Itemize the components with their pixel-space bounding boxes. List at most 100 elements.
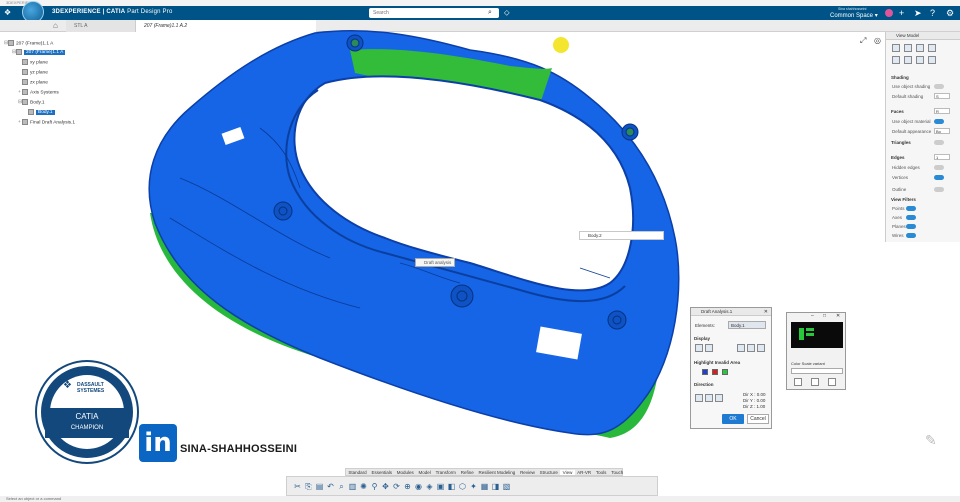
- scale-option-button[interactable]: [794, 378, 802, 386]
- undo-icon[interactable]: ↶: [326, 481, 335, 492]
- vertices-toggle[interactable]: [934, 175, 944, 180]
- action-tab-tools[interactable]: Tools: [594, 470, 609, 475]
- hidden-edges-toggle[interactable]: [934, 165, 944, 170]
- edges-section[interactable]: Edges: [891, 155, 905, 160]
- filter-icon[interactable]: ⬡: [458, 481, 467, 492]
- view-mode-button[interactable]: [904, 56, 912, 64]
- capture-icon[interactable]: ▧: [502, 481, 511, 492]
- view-mode-button[interactable]: [928, 44, 936, 52]
- analysis-label-tag[interactable]: Draft analysis: [415, 258, 455, 267]
- default-shading-select[interactable]: S: [934, 93, 950, 99]
- light-icon[interactable]: ✦: [469, 481, 478, 492]
- fit-all-icon[interactable]: ⤢: [860, 36, 866, 46]
- view-mode-button[interactable]: [916, 56, 924, 64]
- triangles-section[interactable]: Triangles: [891, 140, 911, 145]
- action-tab-refine[interactable]: Refine: [458, 470, 476, 475]
- direction-button[interactable]: [705, 394, 713, 402]
- ds-logo-icon[interactable]: ❖: [4, 8, 11, 17]
- tree-node-body[interactable]: ⊟ Body.1: [18, 99, 45, 107]
- gear-icon[interactable]: ✺: [359, 481, 368, 492]
- wires-toggle[interactable]: [906, 233, 916, 238]
- use-object-shading-toggle[interactable]: [934, 84, 944, 89]
- scale-option-button[interactable]: [828, 378, 836, 386]
- scale-option-button[interactable]: [811, 378, 819, 386]
- layers-icon[interactable]: ◧: [447, 481, 456, 492]
- action-tab-structure[interactable]: Structure: [537, 470, 560, 475]
- minimize-icon[interactable]: –: [811, 313, 814, 319]
- zoom-in-icon[interactable]: ⊕: [403, 481, 412, 492]
- action-tab-modules[interactable]: Modules: [394, 470, 416, 475]
- view-cube-icon[interactable]: ◎: [874, 36, 881, 45]
- color-swatch-blue[interactable]: [702, 369, 708, 375]
- camera-icon[interactable]: ◉: [414, 481, 423, 492]
- view-mode-button[interactable]: [892, 56, 900, 64]
- view-mode-button[interactable]: [928, 56, 936, 64]
- avatar[interactable]: [885, 9, 893, 17]
- rotate-icon[interactable]: ⟳: [392, 481, 401, 492]
- view-mode-button[interactable]: [916, 44, 924, 52]
- color-swatch-red[interactable]: [712, 369, 718, 375]
- copy-icon[interactable]: ⎘: [304, 481, 313, 492]
- tools-icon[interactable]: ⚙: [946, 8, 954, 19]
- faces-select[interactable]: R: [934, 108, 950, 114]
- body-label-tag[interactable]: Body.2: [579, 231, 664, 240]
- color-scale-select[interactable]: [791, 368, 843, 374]
- color-swatch-green[interactable]: [722, 369, 728, 375]
- tree-node-xy-plane[interactable]: xy plane: [22, 59, 48, 67]
- faces-section[interactable]: Faces: [891, 109, 904, 114]
- search-icon[interactable]: ⚲: [370, 481, 379, 492]
- tag-icon[interactable]: ⬦: [504, 8, 510, 18]
- tree-node-yz-plane[interactable]: yz plane: [22, 69, 48, 77]
- display-mode-button[interactable]: [705, 344, 713, 352]
- maximize-icon[interactable]: □: [823, 313, 826, 319]
- tree-node-draft-analysis[interactable]: + Final Draft Analysis.1: [18, 119, 75, 127]
- home-icon[interactable]: ⌂: [53, 21, 58, 30]
- tree-node-body-child[interactable]: Body.1: [28, 109, 55, 117]
- action-tab-model[interactable]: Model: [416, 470, 433, 475]
- action-tab-essentials[interactable]: Essentials: [369, 470, 394, 475]
- action-tab-resilient-modeling[interactable]: Resilient Modeling: [476, 470, 518, 475]
- tab-stl[interactable]: STL A: [66, 20, 136, 32]
- action-tab-review[interactable]: Review: [518, 470, 538, 475]
- axes-toggle[interactable]: [906, 215, 916, 220]
- direction-button[interactable]: [715, 394, 723, 402]
- shading-section[interactable]: Shading: [891, 75, 909, 80]
- zoom-icon[interactable]: ⌕: [337, 481, 346, 492]
- display-mode-button[interactable]: [747, 344, 755, 352]
- paste-icon[interactable]: ▤: [315, 481, 324, 492]
- elements-field[interactable]: Body.1: [728, 321, 766, 329]
- add-icon[interactable]: +: [899, 8, 904, 18]
- triangles-toggle[interactable]: [934, 140, 944, 145]
- edges-select[interactable]: 1: [934, 154, 950, 160]
- cut-icon[interactable]: ✂: [293, 481, 302, 492]
- book-icon[interactable]: ▥: [348, 481, 357, 492]
- search-input[interactable]: [369, 8, 499, 18]
- direction-button[interactable]: [695, 394, 703, 402]
- action-tab-view[interactable]: View: [560, 469, 575, 475]
- tree-node-root[interactable]: ⊟ 207 (Frame)1.1 A: [4, 40, 53, 48]
- planes-toggle[interactable]: [906, 224, 916, 229]
- shading-icon[interactable]: ▣: [436, 481, 445, 492]
- action-tab-standard[interactable]: Standard: [346, 470, 369, 475]
- tree-node-axis-systems[interactable]: + Axis Systems: [18, 89, 59, 97]
- pan-icon[interactable]: ✥: [381, 481, 390, 492]
- search-icon[interactable]: ⌕: [488, 9, 492, 17]
- collab-space-select[interactable]: Common Space ▾: [830, 12, 878, 19]
- view-filters-section[interactable]: View Filters: [891, 197, 916, 202]
- use-object-material-toggle[interactable]: [934, 119, 944, 124]
- help-icon[interactable]: ?: [930, 8, 935, 18]
- tree-node-part[interactable]: ⊟ 207 (Frame)1.1 A: [12, 49, 66, 57]
- grid-icon[interactable]: ▦: [480, 481, 489, 492]
- tree-node-zx-plane[interactable]: zx plane: [22, 79, 48, 87]
- display-mode-button[interactable]: [737, 344, 745, 352]
- cube-icon[interactable]: ◈: [425, 481, 434, 492]
- view-mode-button[interactable]: [904, 44, 912, 52]
- points-toggle[interactable]: [906, 206, 916, 211]
- robot-icon[interactable]: ✎: [925, 432, 937, 449]
- action-tab-ar-vr[interactable]: AR-VR: [575, 470, 594, 475]
- action-tab-transform[interactable]: Transform: [433, 470, 458, 475]
- display-mode-button[interactable]: [757, 344, 765, 352]
- section-icon[interactable]: ◨: [491, 481, 500, 492]
- close-icon[interactable]: ✕: [764, 309, 768, 315]
- cancel-button[interactable]: Cancel: [747, 414, 769, 424]
